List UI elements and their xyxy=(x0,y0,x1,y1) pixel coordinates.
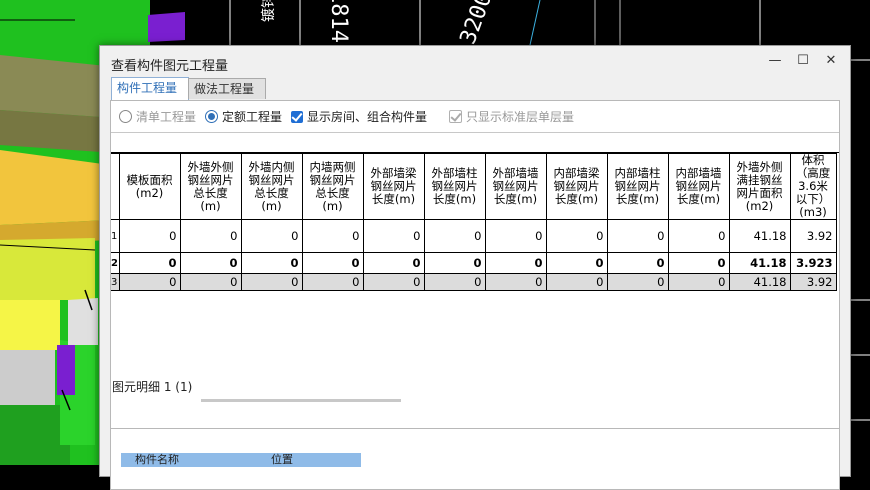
col-header[interactable]: 外部墙墙钢丝网片长度(m) xyxy=(484,153,547,220)
purple-column xyxy=(57,345,75,395)
col-header[interactable]: 内部墙柱钢丝网片长度(m) xyxy=(606,153,669,220)
table-cell: 0 xyxy=(545,219,608,253)
maximize-button[interactable]: ☐ xyxy=(794,53,812,69)
table-cell: 0 xyxy=(362,252,425,274)
table-cell: 0 xyxy=(423,219,486,253)
horizontal-scrollbar[interactable] xyxy=(201,399,401,402)
table-cell: 0 xyxy=(545,273,608,291)
table-cell: 3.923 xyxy=(789,252,837,274)
table-cell: 0 xyxy=(179,273,242,291)
table-cell: 3.92 xyxy=(789,273,837,291)
table-cell: 0 xyxy=(423,273,486,291)
grey-block xyxy=(0,350,55,410)
checkbox-only-standard-floor[interactable]: 只显示标准层单层量 xyxy=(449,109,574,125)
table-cell: 0 xyxy=(301,252,364,274)
row-number: 2 xyxy=(111,252,120,274)
table-cell: 0 xyxy=(301,219,364,253)
table-cell: 0 xyxy=(667,273,730,291)
table-cell: 0 xyxy=(240,219,303,253)
table-cell: 0 xyxy=(118,219,181,253)
row-number: 1 xyxy=(111,219,120,253)
tab-method-quantity[interactable]: 做法工程量 xyxy=(188,78,266,99)
radio-quota-quantity[interactable]: 定额工程量 xyxy=(205,109,282,125)
quantity-table: 模板面积(m2) 外墙外侧钢丝网片总长度(m) 外墙内侧钢丝网片总长度(m) 内… xyxy=(111,153,837,291)
close-button[interactable]: ✕ xyxy=(822,53,840,69)
table-cell: 0 xyxy=(606,219,669,253)
table-header-row: 模板面积(m2) 外墙外侧钢丝网片总长度(m) 外墙内侧钢丝网片总长度(m) 内… xyxy=(111,153,837,220)
table-cell: 0 xyxy=(179,219,242,253)
table-cell: 41.18 xyxy=(728,219,791,253)
quantity-dialog: 查看构件图元工程量 — ☐ ✕ 构件工程量 做法工程量 清单工程量 定额工程量 … xyxy=(99,45,851,490)
checkbox-show-room[interactable]: 显示房间、组合构件量 xyxy=(291,109,427,125)
col-header[interactable]: 内墙两侧钢丝网片总长度(m) xyxy=(301,153,364,220)
tab-component-quantity[interactable]: 构件工程量 xyxy=(111,77,189,100)
white-column xyxy=(68,298,98,345)
table-cell: 0 xyxy=(179,252,242,274)
radio-bill-quantity[interactable]: 清单工程量 xyxy=(119,109,196,125)
cad-label-1: 镀锌 xyxy=(261,0,277,22)
table-cell: 0 xyxy=(606,273,669,291)
table-cell: 3.92 xyxy=(789,219,837,253)
dialog-title: 查看构件图元工程量 xyxy=(111,59,229,74)
col-header[interactable]: 外部墙梁钢丝网片长度(m) xyxy=(362,153,425,220)
purple-block-top xyxy=(148,12,185,42)
table-cell: 0 xyxy=(240,252,303,274)
element-detail-panel: 构件名称 位置 xyxy=(110,428,840,490)
table-cell: 0 xyxy=(667,219,730,253)
radio-icon xyxy=(119,110,132,123)
col-header[interactable]: 内部墙墙钢丝网片长度(m) xyxy=(667,153,730,220)
col-header[interactable]: 模板面积(m2) xyxy=(118,153,181,220)
table-row[interactable]: 1 0 0 0 0 0 0 0 0 0 0 41.18 3.92 xyxy=(111,219,837,253)
table-cell: 0 xyxy=(484,219,547,253)
table-cell: 0 xyxy=(362,273,425,291)
col-header[interactable]: 外墙内侧钢丝网片总长度(m) xyxy=(240,153,303,220)
col-header[interactable]: 外墙外侧钢丝网片总长度(m) xyxy=(179,153,242,220)
minimize-button[interactable]: — xyxy=(766,53,784,69)
quantity-panel: 清单工程量 定额工程量 显示房间、组合构件量 只显示标准层单层量 模板面积(m2… xyxy=(110,100,840,462)
table-cell: 0 xyxy=(667,252,730,274)
table-cell: 0 xyxy=(118,252,181,274)
table-cell: 0 xyxy=(484,252,547,274)
checkbox-disabled-icon xyxy=(449,110,462,123)
col-header[interactable]: 外墙外侧满挂钢丝网片面积(m2) xyxy=(728,153,791,220)
col-header[interactable]: 体积（高度3.6米以下）(m3) xyxy=(789,153,837,220)
table-cell: 41.18 xyxy=(728,273,791,291)
row-number: 3 xyxy=(111,273,120,291)
table-cell: 0 xyxy=(118,273,181,291)
dialog-titlebar[interactable]: 查看构件图元工程量 — ☐ ✕ xyxy=(100,46,850,76)
yellow-strip xyxy=(0,300,60,350)
grid-top-band xyxy=(111,133,839,153)
quantity-grid[interactable]: 模板面积(m2) 外墙外侧钢丝网片总长度(m) 外墙内侧钢丝网片总长度(m) 内… xyxy=(111,132,839,415)
cad-label-2: 1814 xyxy=(325,0,351,43)
table-cell: 0 xyxy=(362,219,425,253)
checkbox-checked-icon xyxy=(291,111,303,123)
table-row[interactable]: 2 0 0 0 0 0 0 0 0 0 0 41.18 3.923 xyxy=(111,252,837,274)
green-bottom xyxy=(0,405,70,465)
table-row[interactable]: 3 0 0 0 0 0 0 0 0 0 0 41.18 3.92 xyxy=(111,273,837,291)
table-cell: 0 xyxy=(545,252,608,274)
table-cell: 0 xyxy=(484,273,547,291)
table-cell: 0 xyxy=(423,252,486,274)
element-detail-label: 图元明细 1 (1) xyxy=(112,380,193,394)
table-cell: 0 xyxy=(301,273,364,291)
radio-selected-icon xyxy=(205,110,218,123)
col-header[interactable]: 内部墙梁钢丝网片长度(m) xyxy=(545,153,608,220)
table-cell: 0 xyxy=(240,273,303,291)
col-header[interactable]: 外部墙柱钢丝网片长度(m) xyxy=(423,153,486,220)
table-cell: 0 xyxy=(606,252,669,274)
table-cell: 41.18 xyxy=(728,252,791,274)
